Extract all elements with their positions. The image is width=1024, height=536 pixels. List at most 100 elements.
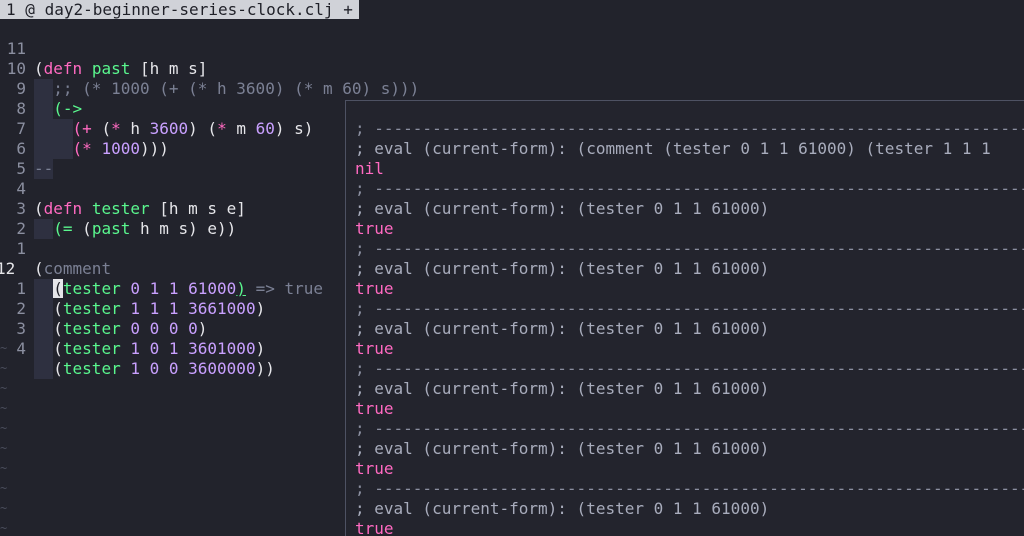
code-line: 5 [0,139,39,178]
keyword: defn [43,59,83,78]
function-name: tester [62,339,121,358]
empty-line-marker: ~ [0,441,8,455]
log-eval-form: ; eval (current-form): (tester 0 1 1 610… [355,199,770,218]
operator: + [82,119,92,138]
function-name: tester [91,199,150,218]
log-eval-result: true [355,459,394,478]
log-eval-result: true [355,399,394,418]
code-text: ))) [139,139,169,158]
code-line: 8 (+ (* h 3600) (* m 60) s) [0,79,313,139]
number: 60 [255,119,275,138]
code-line: 10 ;; (* 1000 (+ (* h 3600) (* m 60) s))… [0,39,419,99]
empty-line-marker: ~ [0,361,8,375]
number: 1 0 1 3601000 [130,339,256,358]
eval-log-window[interactable]: ; --------------------------------------… [345,100,1024,536]
code-text: m [226,119,256,138]
log-eval-form: ; eval (current-form): (tester 0 1 1 610… [355,439,770,458]
log-eval-result: true [355,519,394,536]
code-line-current: 12 (tester 0 1 1 61000) => true [0,239,323,299]
log-separator: ; --------------------------------------… [355,359,1024,378]
code-line: 3 (= (past h m s) e)) [0,179,236,239]
number: 1000 [101,139,140,158]
code-line: 11 (defn past [h m s] [0,19,208,78]
code-line: 4 (defn tester [h m s e] [0,159,246,218]
tab-line: 1 @ day2-beginner-series-clock.clj + [0,0,1024,19]
empty-line-marker: ~ [0,521,8,535]
paren: ( [72,119,83,138]
matching-paren: ) [236,279,246,298]
code-line: 1 (tester 1 1 1 3661000) [0,259,265,319]
operator: * [217,119,227,138]
code-line: 9 (-> [0,59,82,119]
function-name: past [91,219,131,238]
paren: ( [72,139,83,158]
number: 1 1 1 3661000 [130,299,256,318]
code-text: ( [91,119,112,138]
code-text: [h m s e] [149,199,246,218]
tab-filename: day2-beginner-series-clock.clj [44,0,334,19]
log-eval-result: true [355,279,394,298]
log-eval-form: ; eval (current-form): (comment (tester … [355,139,991,158]
virtual-text-result: => true [245,279,324,298]
code-text: ) ( [188,119,218,138]
log-separator: ; --------------------------------------… [355,239,1024,258]
empty-line-marker: ~ [0,481,8,495]
code-text: h m s) e)) [130,219,237,238]
log-separator: ; --------------------------------------… [355,179,1024,198]
code-line: 1 (comment [0,219,111,278]
comment-text: ;; (* 1000 (+ (* h 3600) (* m 60) s))) [53,79,420,98]
tab-icon: @ [25,0,35,19]
paren: ( [53,99,63,118]
code-text: [h m s] [130,59,208,78]
operator: * [111,119,121,138]
empty-line-marker: ~ [0,381,8,395]
empty-line-marker: ~ [0,501,8,515]
code-line: 2 (tester 0 0 0 0) [0,279,207,339]
code-line: 3 (tester 1 0 1 3601000) [0,299,265,359]
code-line: 2 [0,199,39,238]
function-name: tester [62,359,121,378]
empty-line-marker: ~ [0,421,8,435]
function-name: tester [62,319,121,338]
editor-pane[interactable]: 11 (defn past [h m s] 10 ;; (* 1000 (+ (… [0,19,419,535]
function-name: tester [62,279,121,298]
number: 0 1 1 61000 [130,279,237,298]
empty-line-marker: ~ [0,461,8,475]
empty-line-marker: ~ [0,341,8,355]
tab-current-file[interactable]: 1 @ day2-beginner-series-clock.clj + [0,0,359,19]
number: 0 0 0 0 [130,319,198,338]
thread-macro: -> [62,99,83,118]
empty-line-marker: ~ [0,401,8,415]
log-eval-form: ; eval (current-form): (tester 0 1 1 610… [355,259,770,278]
log-separator: ; --------------------------------------… [355,119,1024,138]
comment-form: comment [43,259,112,278]
log-eval-form: ; eval (current-form): (tester 0 1 1 610… [355,499,770,518]
operator: = [62,219,73,238]
code-text: ( [72,219,92,238]
function-name: tester [62,299,121,318]
code-text: )) [255,359,275,378]
log-separator: ; --------------------------------------… [355,299,1024,318]
tab-modified-indicator: + [343,0,353,19]
code-text: h [120,119,150,138]
log-eval-result: nil [355,159,384,178]
code-line: 6 -- [0,119,54,179]
log-eval-form: ; eval (current-form): (tester 0 1 1 610… [355,379,770,398]
number: 3600 [149,119,189,138]
code-line: 4 (tester 1 0 0 3600000)) [0,319,275,379]
log-eval-form: ; eval (current-form): (tester 0 1 1 610… [355,319,770,338]
operator: * [82,139,92,158]
log-eval-result: true [355,339,394,358]
log-separator: ; --------------------------------------… [355,419,1024,438]
number: 1 0 0 3600000 [130,359,256,378]
code-line: 7 (* 1000))) [0,99,169,159]
log-eval-result: true [355,219,394,238]
cursor[interactable]: ( [53,279,63,298]
log-separator: ; --------------------------------------… [355,479,1024,498]
function-name: past [91,59,131,78]
keyword: defn [43,199,83,218]
code-text: ) s) [274,119,314,138]
tab-number: 1 [6,0,16,19]
paren: ( [53,219,63,238]
